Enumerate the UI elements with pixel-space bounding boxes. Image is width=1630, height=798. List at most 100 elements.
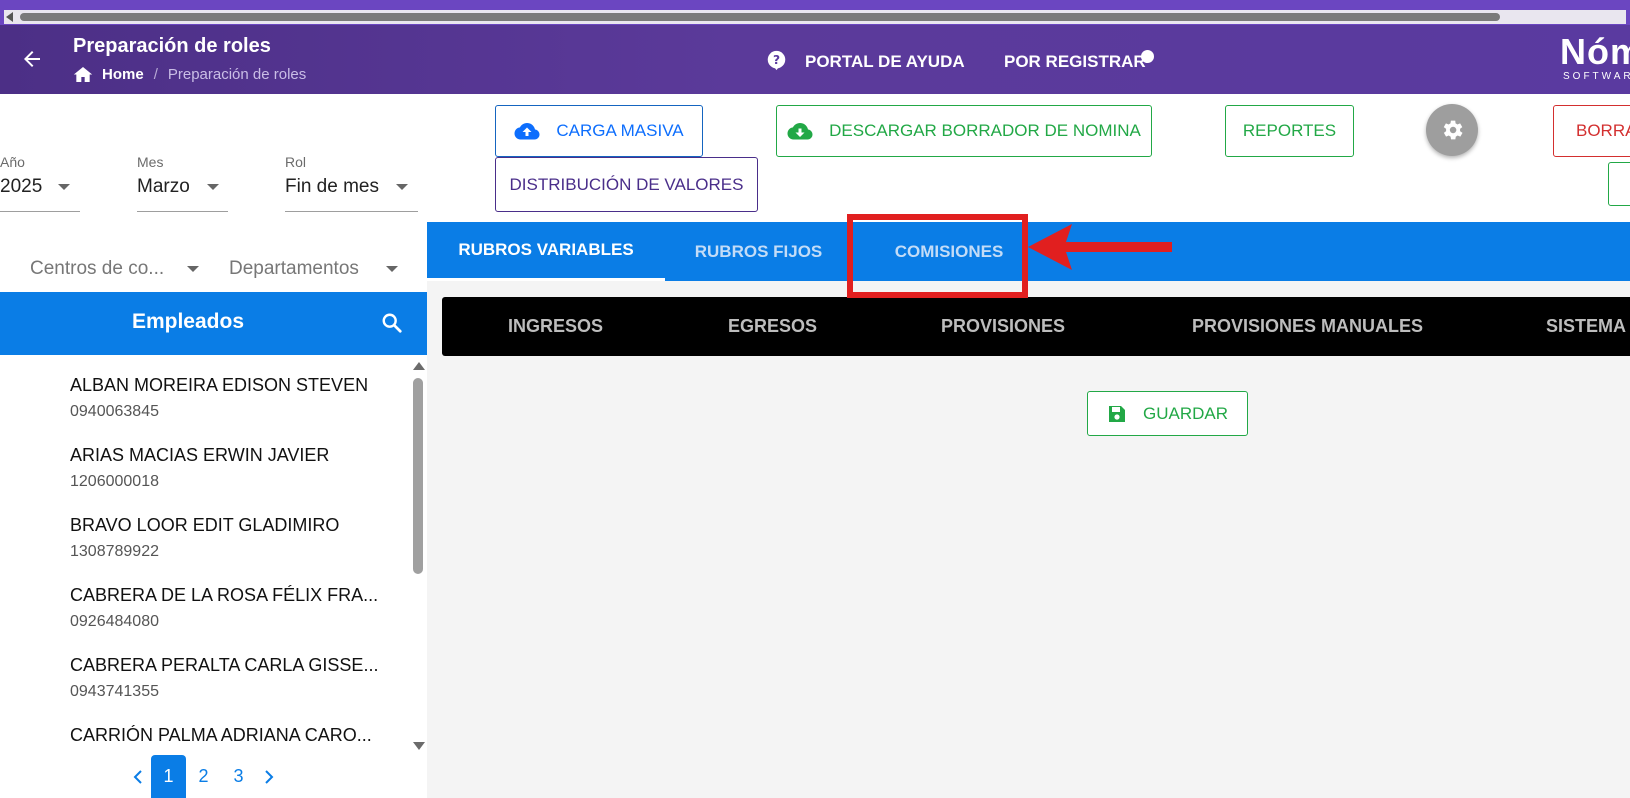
list-item[interactable]: ALBAN MOREIRA EDISON STEVEN 0940063845 xyxy=(70,375,390,421)
notification-dot xyxy=(1141,50,1154,63)
gear-icon xyxy=(1443,120,1463,140)
month-underline xyxy=(137,211,228,212)
svg-text:?: ? xyxy=(773,53,780,67)
scroll-down-arrow-icon[interactable] xyxy=(413,742,425,750)
tab-rubros-variables[interactable]: RUBROS VARIABLES xyxy=(427,222,665,281)
tab-rubros-fijos[interactable]: RUBROS FIJOS xyxy=(665,222,852,281)
caret-down-icon[interactable] xyxy=(58,184,70,190)
help-circle-icon[interactable]: ? xyxy=(766,50,787,71)
caret-down-icon[interactable] xyxy=(386,266,398,272)
employee-id: 1206000018 xyxy=(70,473,159,490)
delete-draft-label: BORRA xyxy=(1576,121,1630,140)
subtab-sistema[interactable]: SISTEMA xyxy=(1546,297,1626,356)
page-1-button[interactable]: 1 xyxy=(151,755,186,798)
subtab-ingresos[interactable]: INGRESOS xyxy=(508,297,603,356)
value-distribution-button[interactable]: DISTRIBUCIÓN DE VALORES xyxy=(495,157,758,212)
partial-button[interactable] xyxy=(1608,162,1630,206)
month-value[interactable]: Marzo xyxy=(137,176,190,198)
employees-header: Empleados xyxy=(0,292,427,355)
caret-down-icon[interactable] xyxy=(396,184,408,190)
year-value[interactable]: 2025 xyxy=(0,176,42,198)
breadcrumb-separator: / xyxy=(153,66,158,83)
scrollbar-thumb[interactable] xyxy=(20,13,1500,21)
reports-label: REPORTES xyxy=(1242,121,1337,140)
role-select[interactable]: Rol Fin de mes xyxy=(285,154,418,212)
save-label: GUARDAR xyxy=(1142,403,1228,423)
year-underline xyxy=(0,211,80,212)
departments-placeholder[interactable]: Departamentos xyxy=(229,258,359,280)
subtab-egresos[interactable]: EGRESOS xyxy=(728,297,817,356)
page-title: Preparación de roles xyxy=(73,35,271,57)
sub-tabs: INGRESOS EGRESOS PROVISIONES PROVISIONES… xyxy=(442,297,1630,356)
employee-name: CABRERA DE LA ROSA FÉLIX FRA... xyxy=(70,585,379,605)
cost-centers-placeholder[interactable]: Centros de co... xyxy=(30,258,164,280)
pointer-arrow-icon xyxy=(1028,224,1172,270)
scroll-left-arrow-icon[interactable] xyxy=(6,12,13,22)
employee-name: CABRERA PERALTA CARLA GISSE... xyxy=(70,655,379,675)
cost-centers-select[interactable]: Centros de co... xyxy=(30,254,210,294)
app-header: Preparación de roles Home / Preparación … xyxy=(0,25,1630,94)
employees-title: Empleados xyxy=(131,310,245,333)
caret-down-icon[interactable] xyxy=(207,184,219,190)
departments-select[interactable]: Departamentos xyxy=(229,254,409,294)
logo-subtext: SOFTWARE xyxy=(1563,71,1630,82)
month-select[interactable]: Mes Marzo xyxy=(137,154,228,212)
reports-button[interactable]: REPORTES xyxy=(1225,105,1354,157)
list-item[interactable]: CARRIÓN PALMA ADRIANA CARO... xyxy=(70,725,390,753)
logo-text: Nóm xyxy=(1560,31,1630,72)
employee-id: 0940063845 xyxy=(70,403,159,420)
subtab-provisiones[interactable]: PROVISIONES xyxy=(941,297,1065,356)
role-label: Rol xyxy=(285,154,307,170)
caret-down-icon[interactable] xyxy=(187,266,199,272)
save-icon xyxy=(1108,405,1125,422)
list-item[interactable]: BRAVO LOOR EDIT GLADIMIRO 1308789922 xyxy=(70,515,390,561)
highlight-box xyxy=(847,214,1028,298)
list-item[interactable]: CABRERA PERALTA CARLA GISSE... 094374135… xyxy=(70,655,390,701)
breadcrumb-current: Preparación de roles xyxy=(167,66,307,83)
employee-name: CARRIÓN PALMA ADRIANA CARO... xyxy=(70,725,372,745)
month-label: Mes xyxy=(137,154,164,170)
employee-id: 1308789922 xyxy=(70,543,159,560)
download-draft-button[interactable]: DESCARGAR BORRADOR DE NOMINA xyxy=(776,105,1152,157)
employee-name: ALBAN MOREIRA EDISON STEVEN xyxy=(70,375,369,395)
search-icon[interactable] xyxy=(381,312,403,334)
role-underline xyxy=(285,211,418,212)
list-item[interactable]: ARIAS MACIAS ERWIN JAVIER 1206000018 xyxy=(70,445,390,491)
download-draft-label: DESCARGAR BORRADOR DE NOMINA xyxy=(829,121,1141,140)
employee-id: 0926484080 xyxy=(70,613,159,630)
role-value[interactable]: Fin de mes xyxy=(285,176,379,198)
year-select[interactable]: Año 2025 xyxy=(0,154,80,212)
delete-draft-button[interactable]: BORRA xyxy=(1553,105,1630,157)
pending-register-link[interactable]: POR REGISTRAR xyxy=(1004,52,1146,72)
bulk-upload-label: CARGA MASIVA xyxy=(556,121,684,140)
cloud-upload-icon xyxy=(514,123,540,140)
subtab-provisiones-manuales[interactable]: PROVISIONES MANUALES xyxy=(1192,297,1423,356)
breadcrumb-home-link[interactable]: Home xyxy=(102,66,144,83)
page-2-button[interactable]: 2 xyxy=(186,755,221,798)
cloud-download-icon xyxy=(787,123,813,140)
employee-list-scrollbar[interactable] xyxy=(411,360,425,754)
horizontal-scrollbar[interactable] xyxy=(0,0,1630,25)
employee-id: 0943741355 xyxy=(70,683,159,700)
year-label: Año xyxy=(0,154,25,170)
settings-button[interactable] xyxy=(1426,104,1478,156)
scrollbar-thumb[interactable] xyxy=(413,378,423,574)
app-root: Preparación de roles Home / Preparación … xyxy=(0,0,1630,798)
bulk-upload-button[interactable]: CARGA MASIVA xyxy=(495,105,703,157)
save-button[interactable]: GUARDAR xyxy=(1087,391,1248,436)
employee-name: ARIAS MACIAS ERWIN JAVIER xyxy=(70,445,330,465)
pagination: 1 2 3 xyxy=(125,755,282,798)
employee-name: BRAVO LOOR EDIT GLADIMIRO xyxy=(70,515,340,535)
breadcrumb: Home / Preparación de roles xyxy=(73,66,306,83)
page-3-button[interactable]: 3 xyxy=(221,755,256,798)
chevron-left-icon[interactable] xyxy=(125,764,151,790)
list-item[interactable]: CABRERA DE LA ROSA FÉLIX FRA... 09264840… xyxy=(70,585,390,631)
home-icon[interactable] xyxy=(73,66,93,83)
help-portal-link[interactable]: PORTAL DE AYUDA xyxy=(805,52,965,72)
arrow-left-icon[interactable] xyxy=(20,47,44,71)
employee-list: ALBAN MOREIRA EDISON STEVEN 0940063845 A… xyxy=(0,355,427,757)
value-distribution-label: DISTRIBUCIÓN DE VALORES xyxy=(509,174,744,194)
app-logo: Nóm SOFTWARE xyxy=(1560,33,1630,87)
chevron-right-icon[interactable] xyxy=(256,764,282,790)
scroll-up-arrow-icon[interactable] xyxy=(413,362,425,370)
